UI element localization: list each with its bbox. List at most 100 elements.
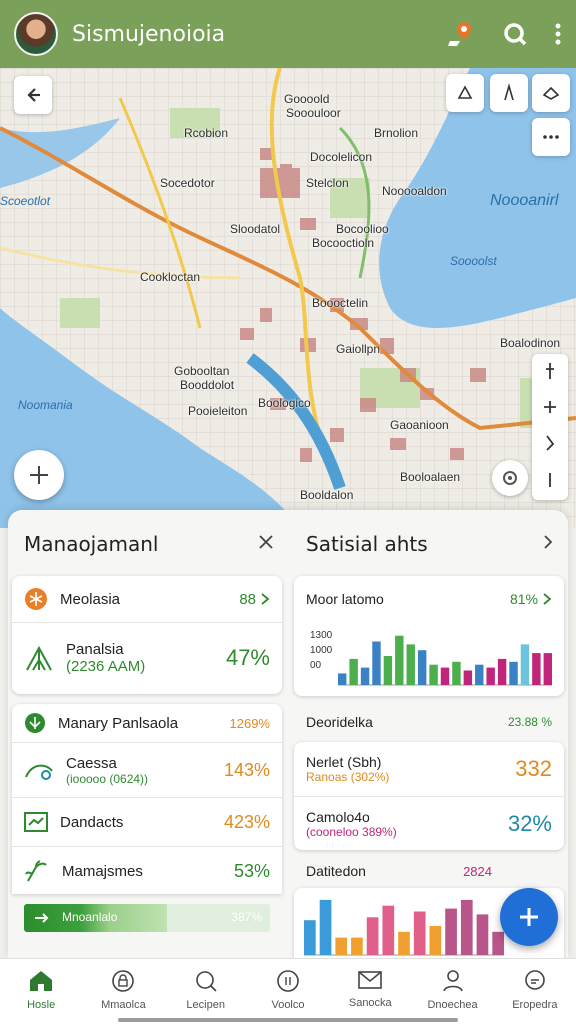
tent-icon [26,645,52,671]
chart-bar [395,635,404,685]
nav-item-7[interactable]: Eropedra [494,959,576,1024]
chart-bar [349,658,358,685]
nav-item-home[interactable]: Hosle [0,959,82,1024]
management-card[interactable]: Meolasia 88 Panalsia (2236 AAM) 47% [12,576,282,694]
search-icon[interactable] [502,21,528,47]
chart-bar [304,920,316,955]
chart-bar [335,937,348,955]
nav-item-4[interactable]: Voolco [247,959,329,1024]
row-sublabel: Ranoas (302%) [306,770,390,784]
y-tick: 1300 [310,630,333,641]
chart-bar [445,908,457,955]
nav-item-5[interactable]: Sanocka [329,959,411,1024]
chevron-right-icon[interactable] [542,534,554,555]
rotate-button[interactable] [543,433,557,458]
map-label[interactable]: Sooouloor [286,106,341,120]
chart-label: Moor latomo [306,591,384,607]
water-label: Scoeotlot [0,194,51,208]
row-label: Caessa [66,754,117,772]
dashboard-panel: Manaojamanl Meolasia 88 Panalsia (2236 A… [8,510,568,958]
map-label[interactable]: Booloalaen [400,470,460,484]
list-item[interactable]: Caessa (iooooo (0624)) 143% [12,743,282,797]
chart-bar [440,667,450,685]
plus-icon [544,400,556,413]
map-label[interactable]: Rcobion [184,126,228,140]
map-label[interactable]: Stelclon [306,176,349,190]
map-label[interactable]: Socedotor [160,176,215,190]
map-terrain [0,68,576,528]
row-label: Manary Panlsaola [58,714,179,732]
chart-bar [319,899,332,955]
zoom-out-button[interactable] [547,471,553,494]
location-pin-icon[interactable] [446,19,476,49]
nav-label: Eropedra [512,999,558,1011]
map-label[interactable]: Docolelicon [310,150,372,164]
map-label[interactable]: Gaoanioon [390,418,449,432]
zoom-in-button[interactable] [542,399,558,420]
row-label: Dandacts [60,813,124,831]
nav-label: Voolco [271,999,305,1011]
nav-item-6[interactable]: Dnoechea [411,959,493,1024]
list-item[interactable]: Nerlet (Sbh) Ranoas (302%) 332 [294,742,564,796]
layers-button[interactable] [446,74,484,112]
stats-chart-card[interactable]: Moor latomo 81% 1300 1000 00 [294,576,564,696]
map-label[interactable]: Gaiollpn [336,342,380,356]
nav-label: Lecipen [186,999,225,1011]
nav-label: Hosle [27,999,56,1011]
map-label[interactable]: Boologico [258,396,311,410]
more-vert-icon[interactable] [554,23,562,45]
map-label[interactable]: Bocooctioln [312,236,374,250]
app-title: Sismujenoioia [72,21,226,47]
chart-bar [509,661,518,685]
add-button[interactable] [500,888,558,946]
map-label[interactable]: Gobooltan [174,364,229,378]
navigate-button[interactable] [490,74,528,112]
tilt-button[interactable] [543,361,557,386]
map-label[interactable]: Pooieleiton [188,404,247,418]
map-label[interactable]: Bocoolioo [336,222,389,236]
bar-chart [304,899,504,956]
map-label[interactable]: Nooooaldon [382,184,447,198]
arrow-right-icon [35,913,49,923]
nav-item-2[interactable]: Mmaolca [82,959,164,1024]
chat-icon [525,970,545,990]
water-label: Noooanirl [490,192,559,209]
map-label[interactable]: Booldalon [300,488,353,502]
nav-item-3[interactable]: Lecipen [165,959,247,1024]
list-item[interactable]: Manary Panlsaola 1269% [12,704,282,742]
check-circle-icon [25,713,45,733]
chart-bar [429,664,438,685]
map-view[interactable]: Goooold Sooouloor Rcobion Docolelicon Br… [0,68,576,528]
section-header: Datitedon 2824 [294,856,564,886]
map-label[interactable]: Cookloctan [140,270,200,284]
avatar[interactable] [14,12,58,56]
row-label: Panalsia [66,641,124,658]
add-place-button[interactable] [14,450,64,500]
map-label[interactable]: Boalodinon [500,336,560,350]
map-label[interactable]: Booddolot [180,378,234,392]
minus-icon [549,472,551,487]
map-label[interactable]: Sloodatol [230,222,280,236]
row-label: Nerlet (Sbh) [306,754,382,770]
panel-header-left: Manaojamanl [24,510,274,578]
compass-button[interactable] [532,118,570,156]
map-label[interactable]: Goooold [284,92,329,106]
chart-bar [338,673,347,685]
close-icon[interactable] [258,534,274,555]
map-label[interactable]: Brnolion [374,126,418,140]
detail-card[interactable]: Nerlet (Sbh) Ranoas (302%) 332 Camolo4o … [294,742,564,850]
sprout-icon [25,860,47,882]
my-location-button[interactable] [492,460,528,496]
back-button[interactable] [14,76,52,114]
list-item[interactable]: Meolasia 88 [12,576,282,622]
nav-label: Dnoechea [427,999,478,1011]
list-item[interactable]: Dandacts 423% [12,798,282,846]
row-value: 88 [239,590,256,608]
mail-icon [358,971,383,989]
list-item[interactable]: Camolo4o (cooneloo 389%) 32% [294,797,564,850]
section-value: 23.88 % [507,715,552,729]
map-label[interactable]: Boooctelin [312,296,368,310]
list-item[interactable]: Panalsia (2236 AAM) 47% [12,623,282,693]
list-item[interactable]: Mamajsmes 53% [12,847,282,895]
direction-button[interactable] [532,74,570,112]
